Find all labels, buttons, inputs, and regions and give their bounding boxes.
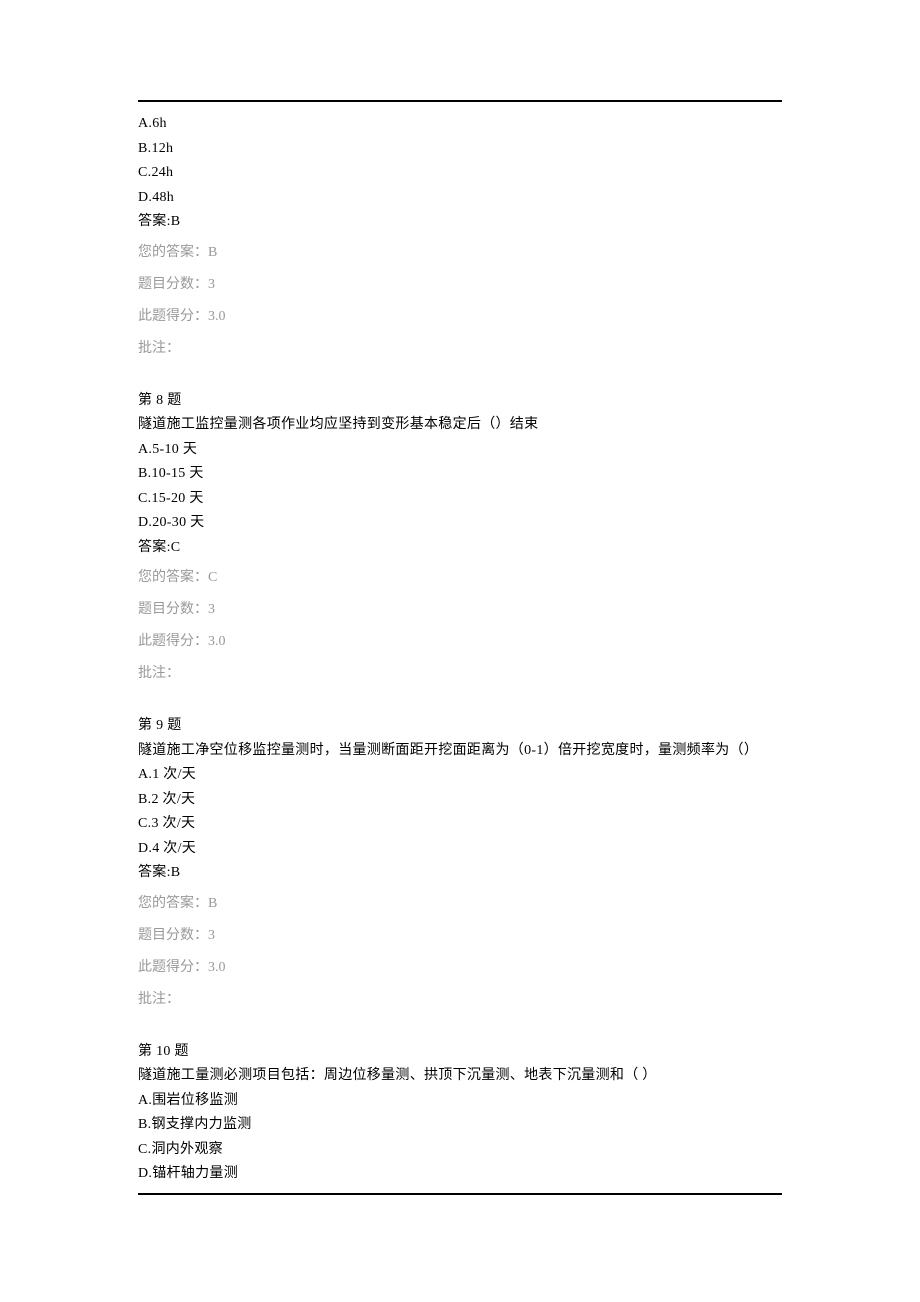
q7-option-d: D.48h bbox=[138, 186, 782, 211]
document-page: A.6h B.12h C.24h D.48h 答案:B 您的答案：B 题目分数：… bbox=[0, 0, 920, 1235]
q9-text: 隧道施工净空位移监控量测时，当量测断面距开挖面距离为（0-1）倍开挖宽度时，量测… bbox=[138, 739, 782, 764]
q7-your-answer: 您的答案：B bbox=[138, 239, 782, 267]
q8-score: 题目分数：3 bbox=[138, 596, 782, 624]
q8-text: 隧道施工监控量测各项作业均应坚持到变形基本稳定后（）结束 bbox=[138, 413, 782, 438]
q7-remark: 批注： bbox=[138, 335, 782, 363]
q10-option-a: A.围岩位移监测 bbox=[138, 1089, 782, 1114]
q10-option-b: B.钢支撑内力监测 bbox=[138, 1113, 782, 1138]
q10-option-c: C.洞内外观察 bbox=[138, 1138, 782, 1163]
q9-score: 题目分数：3 bbox=[138, 922, 782, 950]
q8-option-a: A.5-10 天 bbox=[138, 438, 782, 463]
q8-remark: 批注： bbox=[138, 660, 782, 688]
q9-header: 第 9 题 bbox=[138, 714, 782, 739]
q10-option-d: D.锚杆轴力量测 bbox=[138, 1162, 782, 1187]
q10-header: 第 10 题 bbox=[138, 1040, 782, 1065]
q8-option-d: D.20-30 天 bbox=[138, 511, 782, 536]
q9-option-b: B.2 次/天 bbox=[138, 788, 782, 813]
q9-option-d: D.4 次/天 bbox=[138, 837, 782, 862]
q10-text: 隧道施工量测必测项目包括：周边位移量测、拱顶下沉量测、地表下沉量测和（ ） bbox=[138, 1064, 782, 1089]
q7-option-a: A.6h bbox=[138, 112, 782, 137]
q7-option-b: B.12h bbox=[138, 137, 782, 162]
q8-your-answer: 您的答案：C bbox=[138, 564, 782, 592]
q8-got: 此题得分：3.0 bbox=[138, 628, 782, 656]
q7-score: 题目分数：3 bbox=[138, 271, 782, 299]
q8-answer: 答案:C bbox=[138, 536, 782, 561]
q9-your-answer: 您的答案：B bbox=[138, 890, 782, 918]
q9-option-a: A.1 次/天 bbox=[138, 763, 782, 788]
q8-option-b: B.10-15 天 bbox=[138, 462, 782, 487]
top-rule bbox=[138, 100, 782, 102]
q7-option-c: C.24h bbox=[138, 161, 782, 186]
q8-option-c: C.15-20 天 bbox=[138, 487, 782, 512]
q9-remark: 批注： bbox=[138, 986, 782, 1014]
q7-got: 此题得分：3.0 bbox=[138, 303, 782, 331]
q7-answer: 答案:B bbox=[138, 210, 782, 235]
q9-got: 此题得分：3.0 bbox=[138, 954, 782, 982]
q9-answer: 答案:B bbox=[138, 861, 782, 886]
q8-header: 第 8 题 bbox=[138, 389, 782, 414]
bottom-rule bbox=[138, 1193, 782, 1195]
q9-option-c: C.3 次/天 bbox=[138, 812, 782, 837]
